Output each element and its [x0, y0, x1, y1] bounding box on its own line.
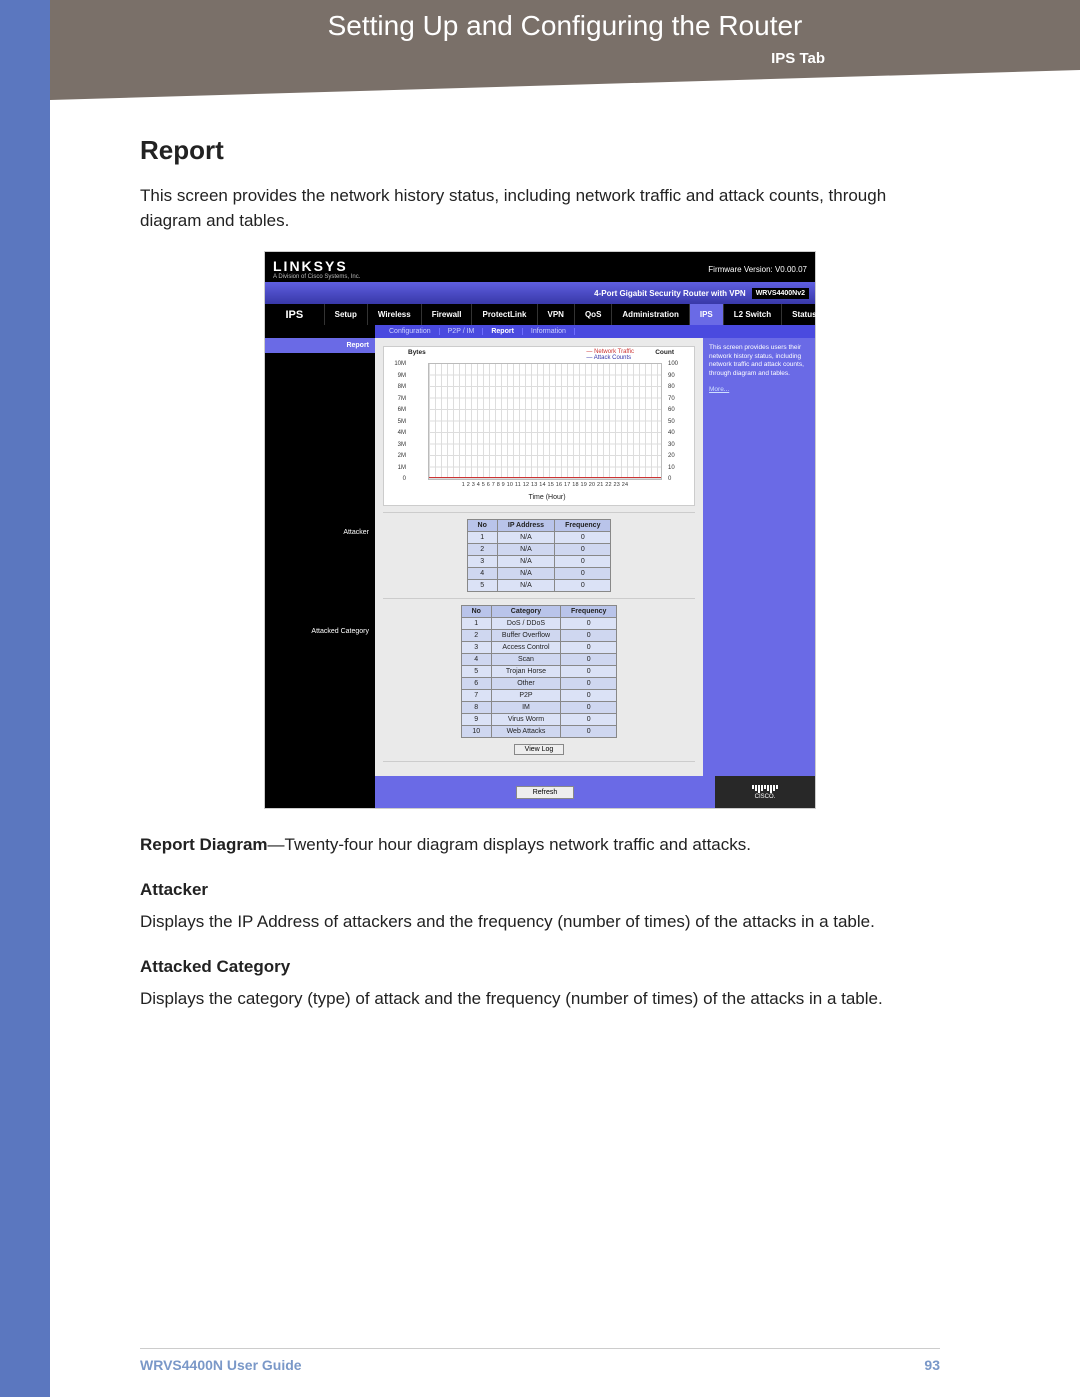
- tab-wireless[interactable]: Wireless: [367, 304, 421, 325]
- tab-setup[interactable]: Setup: [324, 304, 367, 325]
- chart-legend: — Network Traffic — Attack Counts: [586, 349, 634, 361]
- refresh-button[interactable]: Refresh: [516, 786, 575, 799]
- brand-subtitle: A Division of Cisco Systems, Inc.: [273, 274, 360, 280]
- main-tabs: SetupWirelessFirewallProtectLinkVPNQoSAd…: [324, 304, 815, 325]
- chart-count-label: Count: [655, 349, 674, 356]
- side-label-attacked: Attacked Category: [311, 622, 375, 635]
- ips-heading: IPS: [265, 304, 324, 325]
- help-more-link[interactable]: More...: [709, 386, 729, 393]
- chapter-title: Setting Up and Configuring the Router: [50, 10, 1080, 42]
- side-label-attacker: Attacker: [343, 523, 375, 536]
- subtab-configuration[interactable]: Configuration: [381, 328, 440, 335]
- sub-tabs: ConfigurationP2P / IMReportInformation: [375, 325, 581, 338]
- subtab-information[interactable]: Information: [523, 328, 575, 335]
- subtab-report[interactable]: Report: [483, 328, 523, 335]
- footer-guide: WRVS4400N User Guide: [140, 1357, 302, 1373]
- view-log-button[interactable]: View Log: [514, 744, 565, 755]
- cisco-logo: CISCO.: [715, 776, 815, 808]
- tab-l2-switch[interactable]: L2 Switch: [723, 304, 781, 325]
- report-diagram-paragraph: Report Diagram—Twenty-four hour diagram …: [140, 833, 940, 858]
- attacker-table: NoIP AddressFrequency1N/A02N/A03N/A04N/A…: [467, 519, 612, 592]
- tab-firewall[interactable]: Firewall: [421, 304, 472, 325]
- attacked-category-heading: Attacked Category: [140, 957, 940, 977]
- attacked-category-paragraph: Displays the category (type) of attack a…: [140, 987, 940, 1012]
- help-panel: This screen provides users their network…: [703, 338, 815, 776]
- chart-x-label: Time (Hour): [404, 494, 690, 501]
- tab-administration[interactable]: Administration: [611, 304, 688, 325]
- tab-vpn[interactable]: VPN: [537, 304, 574, 325]
- brand-logo: LINKSYS: [273, 258, 360, 274]
- category-table: NoCategoryFrequency1DoS / DDoS02Buffer O…: [461, 605, 618, 738]
- attacker-heading: Attacker: [140, 880, 940, 900]
- section-title: Report: [140, 135, 940, 166]
- tab-qos[interactable]: QoS: [574, 304, 611, 325]
- chart-bytes-label: Bytes: [408, 349, 426, 356]
- footer-page: 93: [924, 1357, 940, 1373]
- tab-status[interactable]: Status: [781, 304, 826, 325]
- side-label-report: Report: [265, 338, 375, 353]
- chapter-header: Setting Up and Configuring the Router IP…: [50, 0, 1080, 100]
- model-badge: WRVS4400Nv2: [752, 288, 809, 299]
- chapter-tab-label: IPS Tab: [771, 50, 825, 67]
- report-chart: Bytes Count — Network Traffic — Attack C…: [383, 346, 695, 506]
- tab-ips[interactable]: IPS: [689, 304, 723, 325]
- tab-protectlink[interactable]: ProtectLink: [471, 304, 536, 325]
- side-labels: Report Attacker Attacked Category: [265, 338, 375, 776]
- chart-x-ticks: 1 2 3 4 5 6 7 8 9 10 11 12 13 14 15 16 1…: [428, 482, 662, 488]
- section-intro: This screen provides the network history…: [140, 184, 940, 233]
- subtab-p2p-im[interactable]: P2P / IM: [440, 328, 484, 335]
- router-screenshot: LINKSYS A Division of Cisco Systems, Inc…: [264, 251, 816, 809]
- product-description: 4-Port Gigabit Security Router with VPN: [594, 289, 746, 298]
- attacker-paragraph: Displays the IP Address of attackers and…: [140, 910, 940, 935]
- firmware-version: Firmware Version: V0.00.07: [708, 265, 807, 274]
- left-rail: [0, 0, 50, 1397]
